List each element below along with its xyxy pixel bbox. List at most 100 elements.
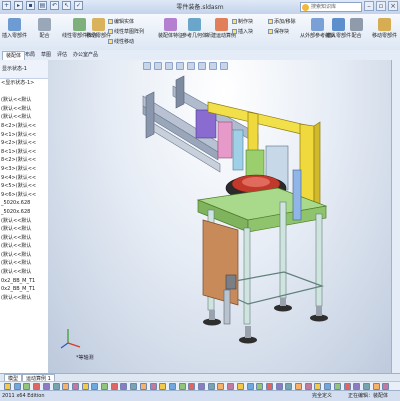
toolbar-tool-icon[interactable] (101, 383, 108, 390)
add-remove-button[interactable]: 添加/移除 (268, 18, 296, 25)
toolbar-tool-icon[interactable] (13, 383, 21, 390)
tree-item[interactable]: 9<6>(默认<< (0, 191, 48, 200)
toolbar-tool-icon[interactable] (265, 383, 273, 390)
save-block-button[interactable]: 保存块 (268, 28, 289, 35)
insert-block-button[interactable]: 插入块 (232, 28, 253, 35)
tree-item[interactable]: 9<1>(默认<< (0, 131, 48, 140)
minimize-icon[interactable]: – (364, 1, 374, 11)
toolbar-tool-icon[interactable] (353, 383, 361, 390)
toolbar-tool-icon[interactable] (198, 383, 205, 390)
make-block-button[interactable]: 制作块 (232, 18, 253, 25)
toolbar-tool-icon[interactable] (91, 383, 99, 390)
tree-item[interactable]: (默认<<默认 (0, 225, 48, 234)
tab-office-products[interactable]: 办公室产品 (70, 51, 101, 59)
toolbar-tool-icon[interactable] (168, 383, 176, 390)
toolbar-tool-icon[interactable] (4, 383, 11, 390)
mate-button-2[interactable]: 配合 (350, 18, 363, 39)
insert-component-button-2[interactable]: 插入零部件 (326, 18, 351, 39)
toolbar-tool-icon[interactable] (149, 383, 157, 390)
restore-icon[interactable]: ▫ (376, 1, 386, 11)
tree-item[interactable]: (默认<<默认 (0, 251, 48, 260)
tree-item[interactable]: (默认<<默认 (0, 113, 48, 122)
tree-item[interactable]: (默认<<默认 (0, 268, 48, 277)
tree-item[interactable]: (默认<<默认 (0, 217, 48, 226)
blue-bracket (232, 129, 244, 171)
toolbar-tool-icon[interactable] (178, 383, 186, 390)
tree-item[interactable]: 8<2>(默认<< (0, 122, 48, 131)
toolbar-tool-icon[interactable] (343, 383, 351, 390)
toolbar-tool-icon[interactable] (227, 383, 235, 390)
assembly-features-button[interactable]: 装配体特征 (158, 18, 183, 39)
tree-item[interactable]: <显示状态-1> (0, 79, 48, 88)
tree-item[interactable]: 9<3>(默认<< (0, 165, 48, 174)
toolbar-tool-icon[interactable] (62, 383, 70, 390)
tree-header: 显示状态-1 (0, 60, 48, 79)
toolbar-tool-icon[interactable] (120, 383, 128, 390)
toolbar-tool-icon[interactable] (295, 383, 302, 390)
toolbar-tool-icon[interactable] (236, 383, 244, 390)
tree-item[interactable]: 8<1>(默认<< (0, 148, 48, 157)
tab-evaluate[interactable]: 评估 (54, 51, 70, 59)
toolbar-tool-icon[interactable] (52, 383, 60, 390)
toolbar-tool-icon[interactable] (285, 383, 293, 390)
tree-item[interactable]: _5020x.628 (0, 199, 48, 208)
toolbar-tool-icon[interactable] (324, 383, 332, 390)
tree-item[interactable]: (默认<<默认 (0, 96, 48, 105)
toolbar-tool-icon[interactable] (33, 383, 41, 390)
toolbar-tool-icon[interactable] (207, 383, 215, 390)
tree-item[interactable]: (默认<<默认 (0, 105, 48, 114)
drive-shaft (223, 289, 231, 325)
tree-item[interactable]: 0x2_BB_M_T1 (0, 277, 48, 286)
toolbar-tool-icon[interactable] (110, 383, 118, 390)
mate-button[interactable]: 配合 (38, 18, 51, 39)
tree-list: <显示状态-1> (默认<<默认 (默认<<默认 (默认<<默认 8<2>(默认<< 9<… (0, 79, 48, 302)
toolbar-tool-icon[interactable] (130, 383, 138, 390)
toolbar-tool-icon[interactable] (275, 383, 283, 390)
tree-item[interactable]: (默认<<默认 (0, 242, 48, 251)
toolbar-tool-icon[interactable] (333, 383, 341, 390)
status-editing: 正在编辑：装配体 (348, 393, 389, 399)
graphics-area[interactable]: *等轴测 (48, 60, 400, 373)
tree-item[interactable]: 9<2>(默认<< (0, 139, 48, 148)
toolbar-tool-icon[interactable] (314, 383, 322, 390)
command-manager-ribbon: 插入零部件 配合 线性零部件阵列 移动零部件 编辑实体 线性草图阵列 线性移动 … (0, 14, 400, 51)
tree-item[interactable]: _5020x.628 (0, 208, 48, 217)
tree-item[interactable]: 0x2_BB_M_T1 (0, 285, 48, 294)
linear-move-button[interactable]: 线性移动 (108, 38, 134, 45)
edit-body-button[interactable]: 编辑实体 (108, 18, 134, 25)
toolbar-tool-icon[interactable] (81, 383, 89, 390)
ribbon-label: 保存块 (274, 29, 290, 35)
reference-geometry-button[interactable]: 参考几何体 (182, 18, 207, 39)
toolbar-tool-icon[interactable] (362, 383, 370, 390)
tree-item[interactable]: 8<2>(默认<< (0, 156, 48, 165)
ribbon-label: 配合 (39, 33, 50, 39)
toolbar-tool-icon[interactable] (246, 383, 254, 390)
tab-sketch[interactable]: 草图 (38, 51, 54, 59)
toolbar-tool-icon[interactable] (71, 383, 79, 390)
toolbar-tool-icon[interactable] (23, 383, 31, 390)
toolbar-tool-icon[interactable] (159, 383, 167, 390)
toolbar-tool-icon[interactable] (256, 383, 264, 390)
toolbar-tool-icon[interactable] (42, 383, 50, 390)
insert-component-button[interactable]: 插入零部件 (2, 18, 27, 39)
toolbar-tool-icon[interactable] (382, 383, 390, 390)
tree-item[interactable]: (默认<<默认 (0, 294, 48, 303)
tree-item[interactable]: (默认<<默认 (0, 259, 48, 268)
insert-component-icon (8, 18, 21, 31)
tree-item[interactable]: 9<5>(默认<< (0, 182, 48, 191)
tree-item[interactable] (0, 88, 48, 97)
toolbar-tool-icon[interactable] (304, 383, 312, 390)
toolbar-tool-icon[interactable] (217, 383, 225, 390)
close-icon[interactable]: × (388, 1, 398, 11)
tree-item[interactable]: (默认<<默认 (0, 234, 48, 243)
task-pane[interactable] (391, 60, 400, 373)
toolbar-tool-icon[interactable] (188, 383, 196, 390)
move-component-button-2[interactable]: 移动零部件 (372, 18, 397, 39)
tab-layout[interactable]: 布局 (22, 51, 38, 59)
help-search-input[interactable]: 搜索知识库 (300, 2, 362, 12)
linear-sketch-pattern-button[interactable]: 线性草图阵列 (108, 28, 144, 35)
toolbar-tool-icon[interactable] (372, 383, 380, 390)
toolbar-tool-icon[interactable] (139, 383, 147, 390)
tree-item[interactable]: 9<4>(默认<< (0, 174, 48, 183)
view-orientation-label: *等轴测 (76, 355, 94, 361)
